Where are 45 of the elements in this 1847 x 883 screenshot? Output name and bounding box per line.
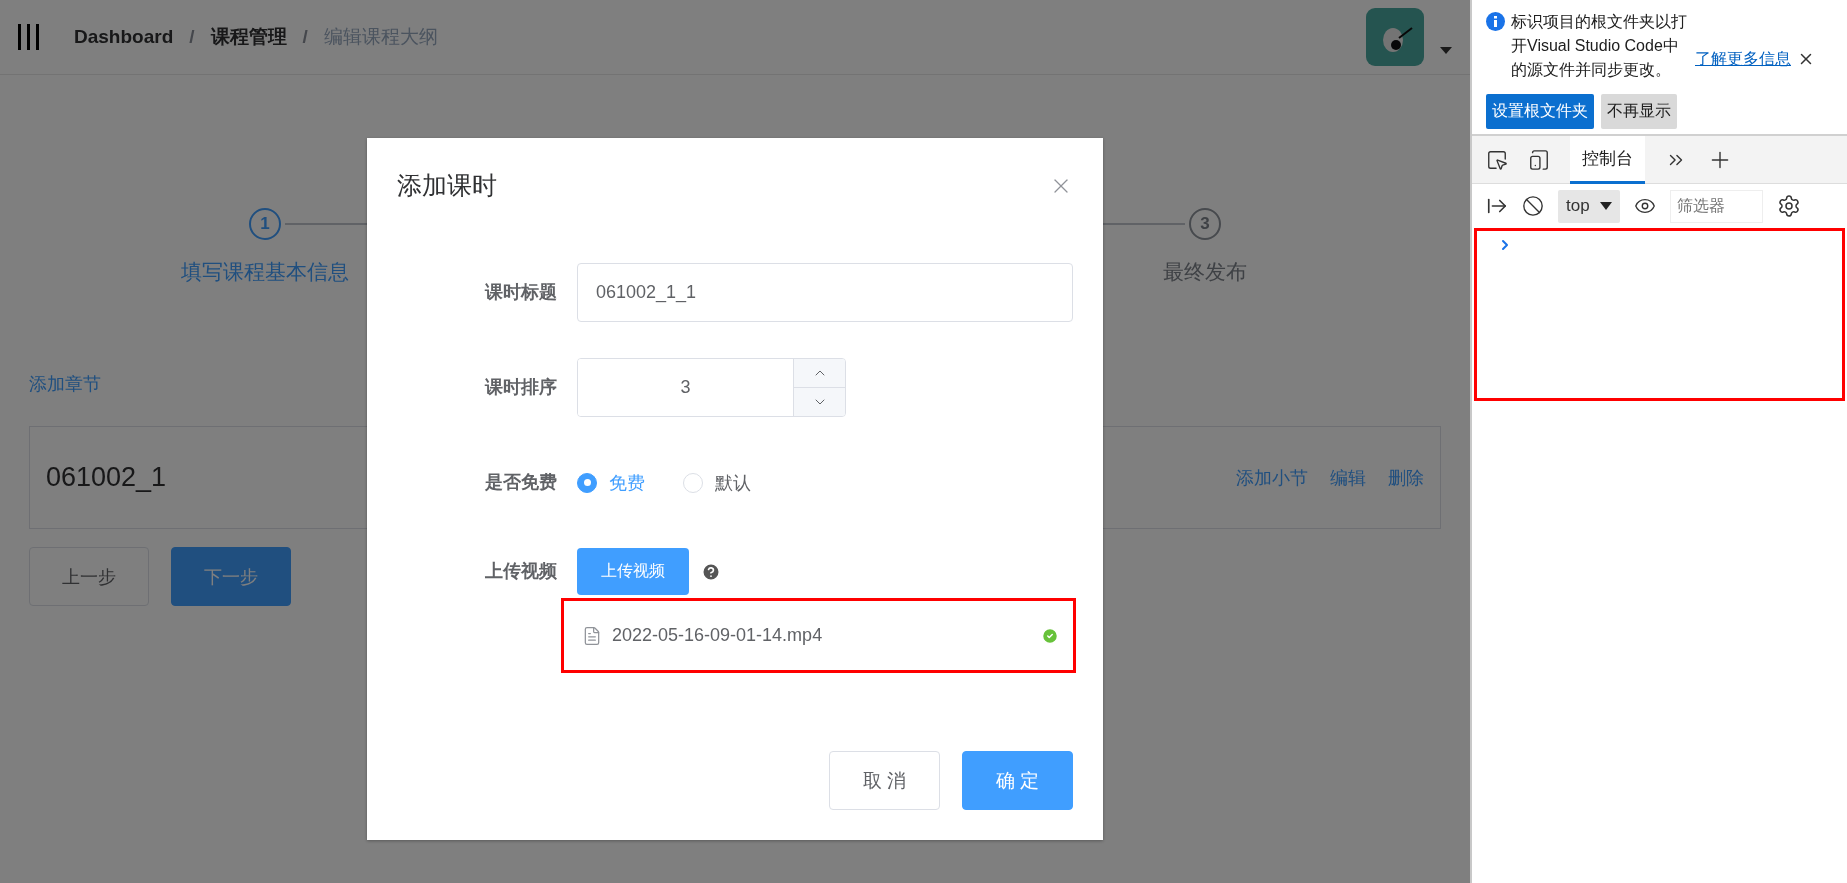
menu-icon[interactable] bbox=[18, 24, 40, 50]
step-number: 1 bbox=[249, 208, 281, 240]
chapter-title: 061002_1 bbox=[46, 462, 167, 493]
device-toggle-icon[interactable] bbox=[1528, 148, 1550, 171]
breadcrumb-item[interactable]: 课程管理 bbox=[210, 24, 287, 50]
caret-icon bbox=[1599, 202, 1612, 210]
file-name: 2022-05-16-09-01-14.mp4 bbox=[612, 625, 824, 646]
settings-icon[interactable] bbox=[1776, 194, 1801, 218]
avatar-icon[interactable] bbox=[1366, 8, 1424, 66]
filter-field[interactable]: 筛选器 bbox=[1669, 189, 1763, 223]
success-icon bbox=[1041, 626, 1059, 645]
step-label: 最终发布 bbox=[1163, 259, 1247, 285]
inspect-icon[interactable] bbox=[1486, 148, 1508, 171]
step-label: 填写课程基本信息 bbox=[181, 259, 349, 285]
radio-button[interactable] bbox=[577, 472, 597, 493]
upload-button[interactable]: 上传视频 bbox=[577, 548, 689, 595]
info-message: 标识项目的根文件夹以打开Visual Studio Code中的源文件并同步更改。 bbox=[1511, 12, 1688, 80]
info-icon bbox=[1486, 12, 1505, 31]
help-icon[interactable] bbox=[701, 561, 721, 582]
file-icon bbox=[582, 625, 602, 646]
radio-label: 免费 bbox=[609, 471, 645, 495]
console-area[interactable] bbox=[1474, 228, 1845, 401]
dialog-button[interactable]: 取 消 bbox=[829, 751, 940, 810]
breadcrumb-separator: / bbox=[302, 26, 308, 48]
context-select[interactable]: top bbox=[1558, 189, 1620, 223]
field-label: 上传视频 bbox=[484, 560, 558, 583]
lesson-title-field[interactable]: 061002_1_1 bbox=[577, 263, 1073, 322]
field-label: 课时排序 bbox=[483, 376, 558, 399]
radio-option[interactable]: 默认 bbox=[683, 470, 751, 495]
devtools-tab[interactable]: 控制台 bbox=[1570, 135, 1645, 184]
radio-option[interactable]: 免费 bbox=[577, 470, 645, 495]
step-number: 3 bbox=[1189, 208, 1221, 240]
dialog-title: 添加课时 bbox=[397, 170, 497, 201]
step-nav-button[interactable]: 上一步 bbox=[29, 547, 149, 606]
field-label: 是否免费 bbox=[484, 471, 558, 494]
learn-more-link[interactable]: 了解更多信息 bbox=[1695, 49, 1791, 70]
clear-console-icon[interactable] bbox=[1522, 195, 1544, 217]
infobar-button[interactable]: 设置根文件夹 bbox=[1486, 94, 1594, 129]
dropdown-caret-icon[interactable] bbox=[1440, 46, 1452, 54]
radio-label: 默认 bbox=[715, 471, 751, 495]
breadcrumb-separator: / bbox=[189, 26, 195, 48]
dialog-button[interactable]: 确 定 bbox=[962, 751, 1073, 810]
field-label: 课时标题 bbox=[483, 281, 558, 304]
infobar-button[interactable]: 不再显示 bbox=[1601, 94, 1677, 129]
breadcrumb-item[interactable]: Dashboard bbox=[74, 26, 174, 48]
